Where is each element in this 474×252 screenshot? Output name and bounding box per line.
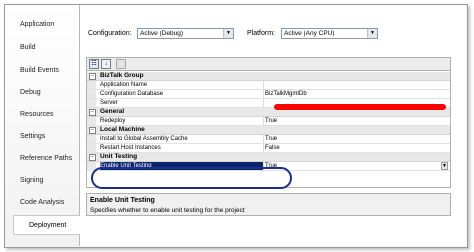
category-biztalk-group[interactable]: − BizTalk Group <box>87 72 450 81</box>
property-row-restart-host-instances[interactable]: Restart Host Instances False <box>87 144 450 153</box>
redaction-mark <box>274 104 446 110</box>
sidebar-item-build-events[interactable]: Build Events <box>5 61 79 81</box>
categorized-view-icon[interactable]: ☷ <box>89 59 99 69</box>
property-value[interactable]: True <box>265 162 435 170</box>
property-value[interactable]: True <box>265 135 435 143</box>
configuration-value: Active (Debug) <box>140 30 183 37</box>
sidebar-item-application[interactable]: Application <box>5 15 79 35</box>
sidebar-item-deployment[interactable]: Deployment <box>13 215 81 235</box>
sidebar-item-code-analysis[interactable]: Code Analysis <box>5 193 79 213</box>
configuration-dropdown[interactable]: Active (Debug) ▼ <box>137 28 234 39</box>
description-title: Enable Unit Testing <box>90 197 155 204</box>
sidebar-item-build[interactable]: Build <box>5 38 79 58</box>
property-value[interactable]: False <box>265 144 435 152</box>
property-name: Server <box>100 99 264 107</box>
property-name: Redeploy <box>100 117 264 125</box>
property-value[interactable]: True <box>265 117 435 125</box>
configuration-label: Configuration: <box>88 30 132 37</box>
property-pages-icon[interactable] <box>116 59 126 69</box>
collapse-icon[interactable]: − <box>89 109 96 116</box>
sidebar: Application Build Build Events Debug Res… <box>5 5 81 246</box>
property-name: Configuration Database <box>100 90 264 98</box>
description-panel: Enable Unit Testing Specifies whether to… <box>86 193 451 216</box>
category-local-machine[interactable]: − Local Machine <box>87 126 450 135</box>
property-name: Restart Host Instances <box>100 144 264 152</box>
chevron-down-icon[interactable]: ▼ <box>441 162 448 170</box>
alphabetical-sort-icon[interactable]: ↓ <box>101 59 111 69</box>
collapse-icon[interactable]: − <box>89 73 96 80</box>
sidebar-item-signing[interactable]: Signing <box>5 171 79 191</box>
property-name: Install to Global Assembly Cache <box>100 135 264 143</box>
property-row-application-name[interactable]: Application Name <box>87 81 450 90</box>
highlight-annotation <box>91 167 292 189</box>
property-name: Application Name <box>100 81 264 89</box>
property-row-redeploy[interactable]: Redeploy True <box>87 117 450 126</box>
collapse-icon[interactable]: − <box>89 154 96 161</box>
property-grid-toolbar: ☷ ↓ <box>86 57 451 70</box>
sidebar-item-debug[interactable]: Debug <box>5 83 79 103</box>
platform-dropdown[interactable]: Active (Any CPU) ▼ <box>281 28 378 39</box>
chevron-down-icon[interactable]: ▼ <box>223 29 233 38</box>
category-unit-testing[interactable]: − Unit Testing <box>87 153 450 162</box>
sidebar-item-settings[interactable]: Settings <box>5 127 79 147</box>
property-row-install-gac[interactable]: Install to Global Assembly Cache True <box>87 135 450 144</box>
description-text: Specifies whether to enable unit testing… <box>90 207 245 214</box>
platform-label: Platform: <box>247 30 276 37</box>
platform-value: Active (Any CPU) <box>284 30 335 37</box>
property-row-configuration-database[interactable]: Configuration Database BizTalkMgmtDb <box>87 90 450 99</box>
property-value[interactable] <box>265 81 435 89</box>
sidebar-item-reference-paths[interactable]: Reference Paths <box>5 149 79 169</box>
property-value[interactable]: BizTalkMgmtDb <box>265 90 435 98</box>
chevron-down-icon[interactable]: ▼ <box>367 29 377 38</box>
sidebar-item-resources[interactable]: Resources <box>5 105 79 125</box>
collapse-icon[interactable]: − <box>89 127 96 134</box>
